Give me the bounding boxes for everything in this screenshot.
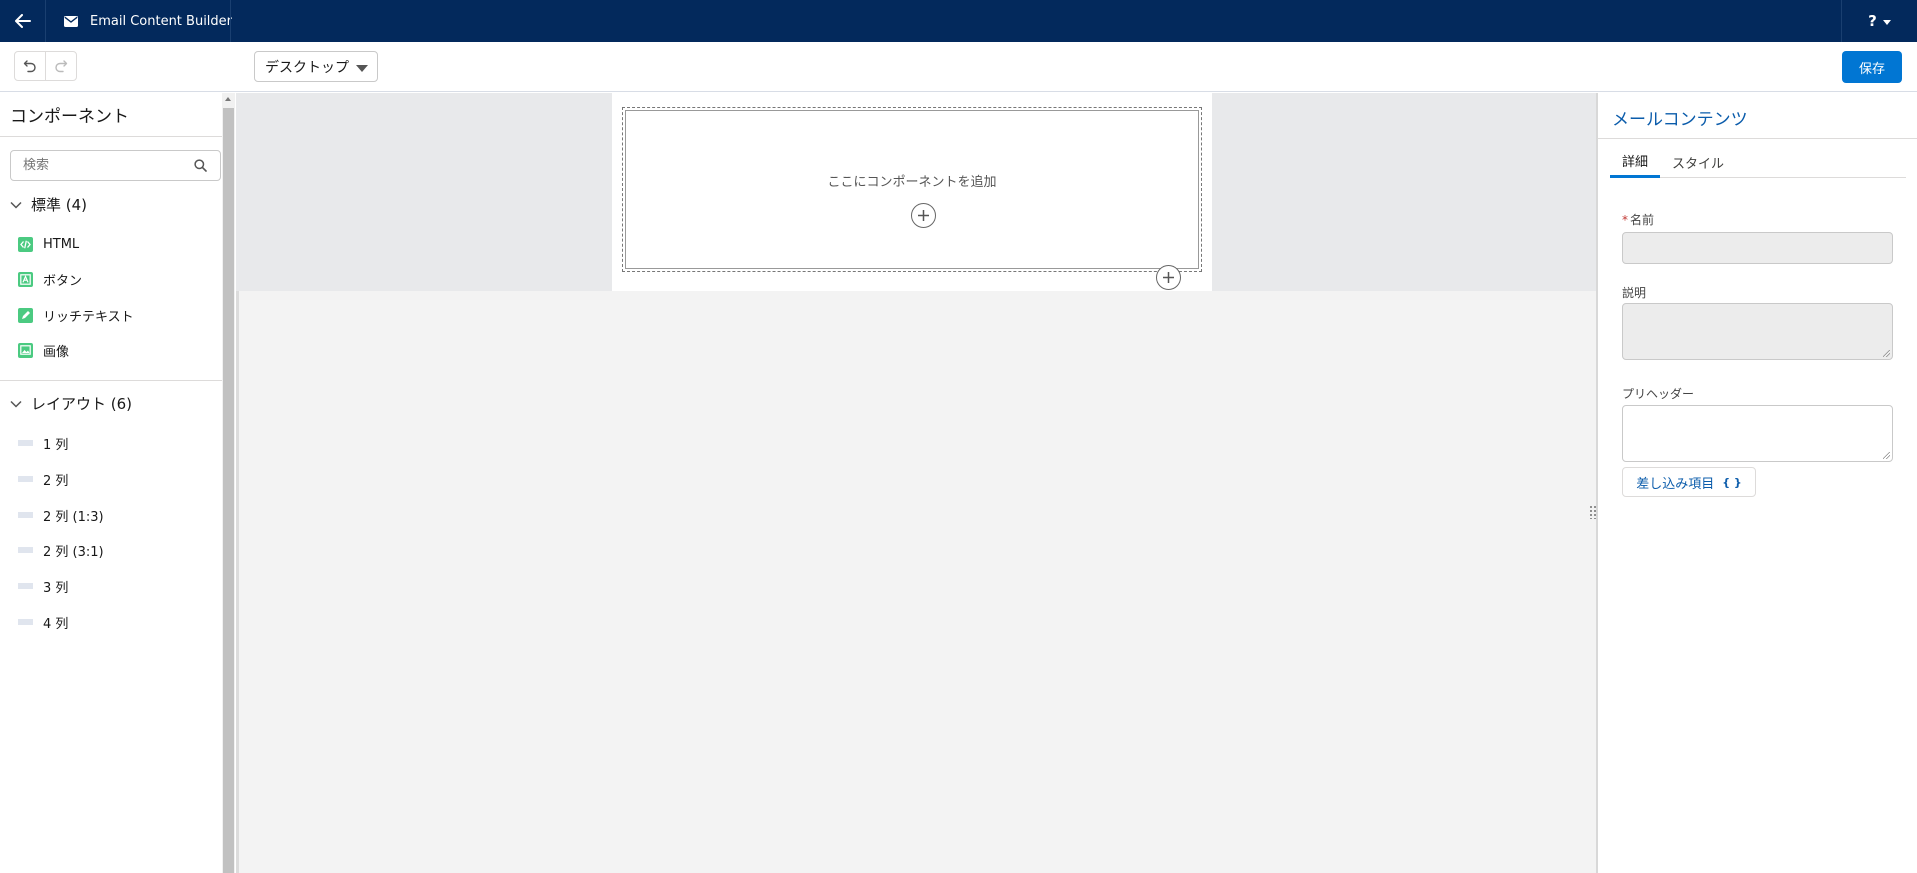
- app-title: Email Content Builder: [90, 13, 233, 29]
- section-layout-label: レイアウト (6): [31, 395, 133, 413]
- redo-button[interactable]: [45, 52, 76, 80]
- layout-label: 4 列: [43, 616, 69, 632]
- dropdown-arrow-icon: [356, 65, 368, 72]
- layout-label: 3 列: [43, 580, 69, 596]
- merge-field-button[interactable]: 差し込み項目 { }: [1622, 467, 1756, 497]
- properties-panel-title: メールコンテンツ: [1612, 110, 1748, 130]
- layout-3-column[interactable]: 3 列: [18, 576, 68, 596]
- redo-icon: [55, 60, 68, 73]
- button-icon: [18, 271, 33, 287]
- app-title-area: Email Content Builder: [64, 0, 232, 42]
- layout-2-column-3-1[interactable]: 2 列 (3:1): [18, 540, 104, 560]
- component-label: リッチテキスト: [43, 309, 134, 325]
- name-field-label: * 名前: [1622, 211, 1654, 228]
- section-standard-label: 標準 (4): [31, 196, 88, 214]
- component-search-input[interactable]: [10, 150, 221, 181]
- layout-icon: [18, 583, 33, 589]
- image-icon: [18, 342, 33, 358]
- help-menu-button[interactable]: ?: [1841, 0, 1917, 42]
- undo-button[interactable]: [15, 52, 45, 80]
- section-standard-toggle[interactable]: 標準 (4): [10, 194, 87, 215]
- scrollbar-thumb[interactable]: [223, 108, 234, 873]
- search-icon: [194, 159, 207, 172]
- preheader-field-label: プリヘッダー: [1622, 387, 1695, 401]
- panel-scrollbar[interactable]: [222, 93, 235, 873]
- device-view-select[interactable]: デスクトップ: [254, 51, 378, 82]
- plus-icon: [1163, 272, 1174, 283]
- layout-4-column[interactable]: 4 列: [18, 612, 68, 632]
- name-field[interactable]: [1622, 232, 1893, 264]
- required-marker: *: [1622, 213, 1628, 227]
- component-html[interactable]: HTML: [18, 234, 79, 254]
- chevron-down-icon: [10, 201, 22, 209]
- email-body: ここにコンポーネントを追加: [612, 93, 1212, 291]
- name-label-text: 名前: [1630, 213, 1655, 227]
- back-button[interactable]: [0, 0, 46, 42]
- chevron-down-icon: [1882, 19, 1891, 25]
- components-panel-title: コンポーネント: [10, 107, 129, 127]
- properties-panel: メールコンテンツ 詳細 スタイル * 名前 説明 プリヘッダー 差し込み項目 { …: [1598, 93, 1917, 873]
- add-layout-button[interactable]: [1156, 265, 1181, 290]
- back-arrow-icon: [14, 14, 31, 28]
- plus-icon: [918, 210, 929, 221]
- layout-icon: [18, 547, 33, 553]
- add-component-button[interactable]: [911, 203, 936, 228]
- resize-grip-icon[interactable]: [1883, 452, 1890, 459]
- canvas-edge: [236, 291, 239, 873]
- tab-details[interactable]: 詳細: [1610, 146, 1661, 178]
- code-icon: [18, 236, 33, 252]
- component-image[interactable]: 画像: [18, 340, 69, 360]
- component-rich-text[interactable]: リッチテキスト: [18, 305, 134, 325]
- preheader-field[interactable]: [1622, 405, 1893, 462]
- layout-2-column-1-3[interactable]: 2 列 (1:3): [18, 505, 104, 525]
- resize-grip-icon[interactable]: [1883, 350, 1890, 357]
- layout-2-column[interactable]: 2 列: [18, 469, 68, 489]
- device-view-value: デスクトップ: [265, 59, 349, 76]
- email-icon: [64, 15, 78, 27]
- save-button[interactable]: 保存: [1842, 51, 1902, 83]
- section-layout-toggle[interactable]: レイアウト (6): [10, 393, 132, 414]
- chevron-down-icon: [10, 400, 22, 408]
- help-icon: ?: [1868, 12, 1877, 30]
- component-label: ボタン: [43, 273, 83, 289]
- undo-redo-group: [14, 51, 77, 81]
- layout-label: 1 列: [43, 437, 69, 453]
- builder-toolbar: デスクトップ 保存: [0, 42, 1917, 92]
- layout-icon: [18, 512, 33, 518]
- divider: [0, 380, 222, 381]
- undo-icon: [24, 60, 36, 73]
- layout-icon: [18, 619, 33, 625]
- layout-label: 2 列 (1:3): [43, 509, 104, 525]
- properties-tabs: 詳細 スタイル: [1610, 146, 1906, 178]
- description-field-label: 説明: [1622, 286, 1647, 300]
- layout-icon: [18, 476, 33, 482]
- dropzone-text: ここにコンポーネントを追加: [827, 175, 997, 190]
- scroll-up-icon[interactable]: [225, 97, 231, 101]
- layout-label: 2 列 (3:1): [43, 544, 104, 560]
- pencil-icon: [18, 307, 33, 323]
- header-divider: [230, 0, 231, 42]
- layout-icon: [18, 440, 33, 446]
- layout-1-column[interactable]: 1 列: [18, 433, 68, 453]
- component-dropzone[interactable]: ここにコンポーネントを追加: [622, 107, 1202, 272]
- component-label: 画像: [43, 344, 70, 360]
- global-header: Email Content Builder ?: [0, 0, 1917, 42]
- divider: [1598, 138, 1917, 139]
- resize-handle-icon[interactable]: [1589, 505, 1597, 519]
- merge-field-label: 差し込み項目: [1636, 476, 1715, 492]
- layout-label: 2 列: [43, 473, 69, 489]
- components-panel: コンポーネント 標準 (4) HTML ボタン リッチテキスト 画像: [0, 93, 222, 873]
- description-field[interactable]: [1622, 303, 1893, 360]
- tab-style[interactable]: スタイル: [1660, 146, 1736, 178]
- email-canvas: ここにコンポーネントを追加: [236, 93, 1596, 873]
- component-button[interactable]: ボタン: [18, 269, 82, 289]
- merge-field-icon: { }: [1722, 475, 1742, 489]
- divider: [0, 136, 222, 137]
- component-label: HTML: [43, 236, 80, 252]
